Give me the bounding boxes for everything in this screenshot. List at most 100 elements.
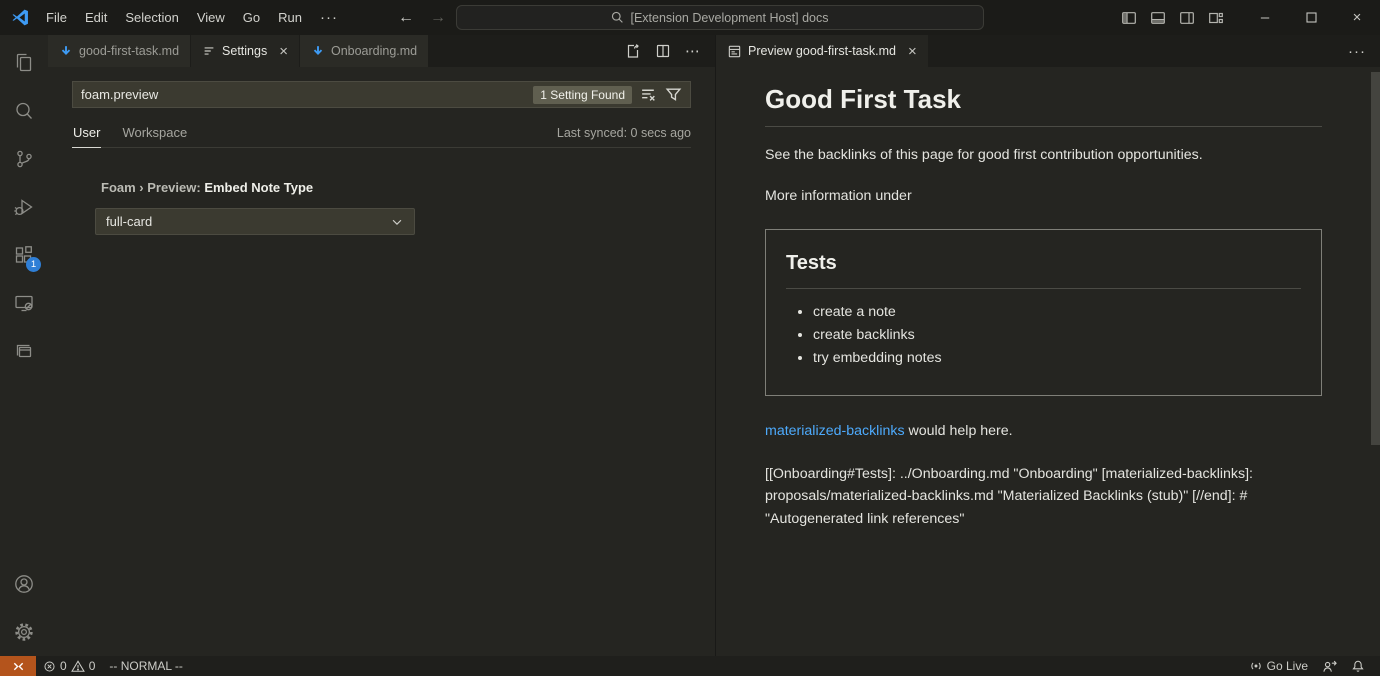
markdown-preview-icon (727, 44, 742, 59)
dropdown-value: full-card (106, 214, 152, 229)
scrollbar-thumb[interactable] (1371, 72, 1380, 445)
toggle-panel-icon[interactable] (1150, 10, 1166, 26)
embed-note-type-select[interactable]: full-card (95, 208, 415, 235)
notifications-button[interactable] (1344, 656, 1372, 676)
filter-funnel-icon[interactable] (665, 86, 682, 103)
last-synced-label: Last synced: 0 secs ago (557, 126, 691, 147)
toggle-sidebar-icon[interactable] (1121, 10, 1137, 26)
materialized-backlinks-link[interactable]: materialized-backlinks (765, 423, 905, 439)
warning-icon (71, 659, 85, 673)
extensions-badge: 1 (26, 257, 41, 272)
titlebar: File Edit Selection View Go Run ··· ← → … (0, 0, 1380, 35)
vscode-logo-icon (12, 9, 29, 26)
forward-arrow-icon[interactable]: → (430, 9, 446, 27)
setting-item: Foam › Preview: Embed Note Type full-car… (72, 180, 691, 235)
menu-view[interactable]: View (188, 6, 234, 30)
setting-name: Embed Note Type (204, 180, 313, 195)
search-sidebar-icon[interactable] (0, 87, 48, 135)
tabbar-right: Preview good-first-task.md × ··· (716, 35, 1380, 67)
settings-list-icon (202, 44, 216, 58)
clear-search-filters-icon[interactable] (640, 86, 657, 103)
markdown-file-icon (59, 44, 73, 58)
settings-gear-icon[interactable] (0, 608, 48, 656)
settings-scope-tabs: User Workspace Last synced: 0 secs ago (72, 122, 691, 148)
broadcast-icon (1249, 659, 1263, 673)
close-window-button[interactable]: × (1334, 0, 1380, 35)
scope-tab-workspace[interactable]: Workspace (121, 125, 188, 147)
customize-layout-icon[interactable] (1208, 10, 1224, 26)
editor-windows-icon[interactable] (0, 327, 48, 375)
chevron-down-icon (390, 215, 404, 229)
statusbar-right: Go Live (1242, 656, 1380, 676)
list-item: create a note (813, 304, 1301, 320)
markdown-preview-pane: Good First Task See the backlinks of thi… (716, 67, 1380, 656)
status-bar: 0 0 -- NORMAL -- Go Live (0, 656, 1380, 676)
more-actions-icon[interactable]: ⋯ (685, 42, 701, 60)
toggle-secondary-sidebar-icon[interactable] (1179, 10, 1195, 26)
editor-group-right: Preview good-first-task.md × ··· Good Fi… (716, 35, 1380, 656)
settings-search-input[interactable] (73, 87, 533, 102)
menu-go[interactable]: Go (234, 6, 269, 30)
scope-tab-user[interactable]: User (72, 125, 101, 148)
error-count: 0 (60, 659, 67, 673)
back-arrow-icon[interactable]: ← (398, 9, 414, 27)
tab-onboarding[interactable]: Onboarding.md (300, 35, 429, 67)
problems-status[interactable]: 0 0 (36, 656, 102, 676)
preview-paragraph: More information under (765, 188, 1322, 204)
run-debug-icon[interactable] (0, 183, 48, 231)
menu-selection[interactable]: Selection (116, 6, 187, 30)
accounts-icon[interactable] (0, 560, 48, 608)
embedded-note-card: Tests create a note create backlinks try… (765, 229, 1322, 396)
list-item: try embedding notes (813, 350, 1301, 366)
command-center-label: [Extension Development Host] docs (630, 11, 828, 25)
remote-explorer-icon[interactable] (0, 279, 48, 327)
extensions-icon[interactable]: 1 (0, 231, 48, 279)
vim-mode-status[interactable]: -- NORMAL -- (102, 656, 190, 676)
editor-group-left: good-first-task.md Settings × Onboarding… (48, 35, 716, 656)
list-item: create backlinks (813, 327, 1301, 343)
preview-paragraph: materialized-backlinks would help here. (765, 423, 1322, 439)
settings-found-badge: 1 Setting Found (533, 86, 632, 104)
remote-indicator[interactable] (0, 656, 36, 676)
preview-paragraph: See the backlinks of this page for good … (765, 147, 1322, 163)
menu-run[interactable]: Run (269, 6, 311, 30)
tab-preview[interactable]: Preview good-first-task.md × (716, 35, 929, 67)
warning-count: 0 (89, 659, 96, 673)
setting-title: Foam › Preview: Embed Note Type (101, 180, 691, 195)
settings-search-box: 1 Setting Found (72, 81, 691, 108)
menu-more[interactable]: ··· (311, 6, 347, 30)
command-center-search[interactable]: [Extension Development Host] docs (456, 5, 984, 30)
editor-actions-right: ··· (1348, 35, 1380, 67)
split-editor-icon[interactable] (655, 43, 671, 59)
close-tab-icon[interactable]: × (908, 44, 917, 59)
feedback-button[interactable] (1315, 656, 1344, 676)
activity-bar: 1 (0, 35, 48, 656)
tab-settings[interactable]: Settings × (191, 35, 300, 67)
source-control-icon[interactable] (0, 135, 48, 183)
more-actions-icon[interactable]: ··· (1348, 43, 1366, 60)
open-settings-json-icon[interactable] (625, 43, 641, 59)
tab-label: Settings (222, 44, 267, 58)
link-references-text: [[Onboarding#Tests]: ../Onboarding.md "O… (765, 463, 1322, 530)
explorer-icon[interactable] (0, 39, 48, 87)
minimize-button[interactable]: – (1242, 0, 1288, 35)
settings-editor: 1 Setting Found User Workspace Last sync… (48, 67, 715, 656)
markdown-file-icon (311, 44, 325, 58)
workbench: 1 good-first-task.md (0, 35, 1380, 656)
editor-actions-left: ⋯ (625, 35, 715, 67)
error-icon (43, 660, 56, 673)
menu-edit[interactable]: Edit (76, 6, 116, 30)
tab-label: Preview good-first-task.md (748, 44, 896, 58)
tab-label: good-first-task.md (79, 44, 179, 58)
go-live-button[interactable]: Go Live (1242, 656, 1315, 676)
tab-good-first-task[interactable]: good-first-task.md (48, 35, 191, 67)
setting-category: Foam › Preview: (101, 180, 204, 195)
tab-label: Onboarding.md (331, 44, 417, 58)
menu-file[interactable]: File (37, 6, 76, 30)
maximize-button[interactable] (1288, 0, 1334, 35)
go-live-label: Go Live (1267, 659, 1308, 673)
link-tail-text: would help here. (905, 423, 1013, 439)
embed-title: Tests (786, 252, 1301, 289)
history-navigation: ← → (398, 0, 446, 35)
close-tab-icon[interactable]: × (279, 44, 288, 59)
